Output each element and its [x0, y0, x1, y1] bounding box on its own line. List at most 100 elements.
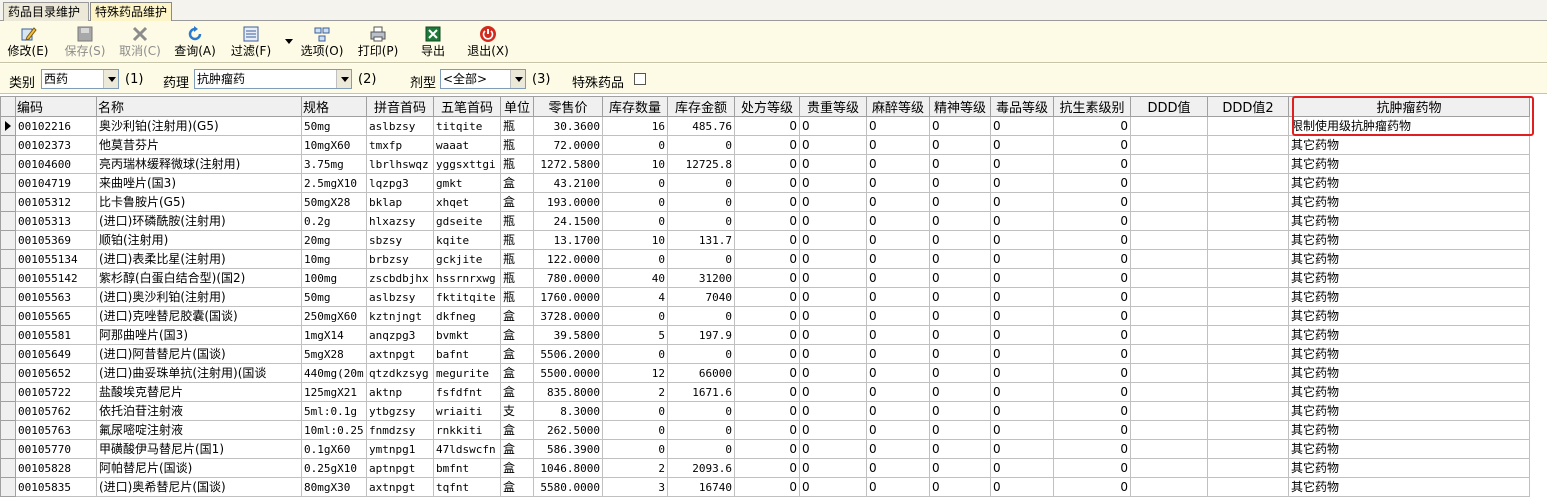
cell-stock-qty[interactable]: 4: [602, 287, 668, 307]
cell-ddd[interactable]: [1130, 325, 1208, 345]
cell-antitumor[interactable]: 其它药物: [1288, 382, 1530, 402]
cell-pinyin[interactable]: axtnpgt: [366, 344, 434, 364]
cell-pinyin[interactable]: lbrlhswqz: [366, 154, 434, 174]
cell-price[interactable]: 1760.0000: [533, 287, 603, 307]
cell-toxic-level[interactable]: 0: [990, 116, 1054, 136]
cell-name[interactable]: 甲磺酸伊马替尼片(国1): [96, 439, 302, 459]
cell-wubi[interactable]: gmkt: [433, 173, 501, 193]
cell-psychotropic-level[interactable]: 0: [929, 306, 991, 326]
cell-stock-qty[interactable]: 0: [602, 344, 668, 364]
cell-psychotropic-level[interactable]: 0: [929, 192, 991, 212]
cell-pinyin[interactable]: aslbzsy: [366, 116, 434, 136]
cell-name[interactable]: 他莫昔芬片: [96, 135, 302, 155]
cell-code[interactable]: 00105565: [15, 306, 97, 326]
cell-psychotropic-level[interactable]: 0: [929, 420, 991, 440]
cell-spec[interactable]: 5mgX28: [301, 344, 367, 364]
cell-name[interactable]: 氟尿嘧啶注射液: [96, 420, 302, 440]
cell-unit[interactable]: 瓶: [500, 116, 534, 136]
filter-dropdown-icon[interactable]: [285, 39, 293, 44]
cell-spec[interactable]: 250mgX60: [301, 306, 367, 326]
cell-stock-amount[interactable]: 0: [667, 173, 735, 193]
cell-unit[interactable]: 盒: [500, 325, 534, 345]
cell-unit[interactable]: 盒: [500, 439, 534, 459]
cell-name[interactable]: 比卡鲁胺片(G5): [96, 192, 302, 212]
column-header-toxic-level[interactable]: 毒品等级: [990, 96, 1054, 117]
cell-valuable-level[interactable]: 0: [799, 192, 867, 212]
cell-antitumor[interactable]: 其它药物: [1288, 420, 1530, 440]
cell-toxic-level[interactable]: 0: [990, 382, 1054, 402]
cell-stock-qty[interactable]: 0: [602, 192, 668, 212]
cell-rx-level[interactable]: 0: [734, 363, 800, 383]
cell-spec[interactable]: 2.5mgX10: [301, 173, 367, 193]
cell-name[interactable]: 阿那曲唑片(国3): [96, 325, 302, 345]
cell-anesthetic-level[interactable]: 0: [866, 249, 930, 269]
cell-ddd[interactable]: [1130, 420, 1208, 440]
category-select[interactable]: 西药: [41, 69, 119, 89]
cell-ddd2[interactable]: [1207, 477, 1289, 497]
cell-ddd[interactable]: [1130, 135, 1208, 155]
cell-pinyin[interactable]: fnmdzsy: [366, 420, 434, 440]
cell-antibiotic-level[interactable]: 0: [1053, 135, 1131, 155]
cell-wubi[interactable]: hssrnrxwg: [433, 268, 501, 288]
cell-pinyin[interactable]: aptnpgt: [366, 458, 434, 478]
cell-psychotropic-level[interactable]: 0: [929, 268, 991, 288]
cell-price[interactable]: 122.0000: [533, 249, 603, 269]
table-row[interactable]: 00105649 (进口)阿昔替尼片(国谈) 5mgX28 axtnpgt bafnt 盒…: [0, 344, 1530, 364]
column-header-stock-qty[interactable]: 库存数量: [602, 96, 668, 117]
cell-toxic-level[interactable]: 0: [990, 458, 1054, 478]
table-row[interactable]: 00104600 亮丙瑞林缓释微球(注射用) 3.75mg lbrlhswqz yggs…: [0, 154, 1530, 174]
cell-price[interactable]: 13.1700: [533, 230, 603, 250]
cell-rx-level[interactable]: 0: [734, 230, 800, 250]
cell-valuable-level[interactable]: 0: [799, 154, 867, 174]
cell-ddd[interactable]: [1130, 382, 1208, 402]
cell-spec[interactable]: 0.25gX10: [301, 458, 367, 478]
cell-psychotropic-level[interactable]: 0: [929, 173, 991, 193]
cell-stock-amount[interactable]: 2093.6: [667, 458, 735, 478]
cell-antibiotic-level[interactable]: 0: [1053, 173, 1131, 193]
cell-ddd2[interactable]: [1207, 458, 1289, 478]
cell-ddd[interactable]: [1130, 306, 1208, 326]
cell-stock-qty[interactable]: 10: [602, 230, 668, 250]
cell-wubi[interactable]: bafnt: [433, 344, 501, 364]
cell-rx-level[interactable]: 0: [734, 382, 800, 402]
cell-price[interactable]: 3728.0000: [533, 306, 603, 326]
cell-wubi[interactable]: fsfdfnt: [433, 382, 501, 402]
cell-stock-qty[interactable]: 2: [602, 458, 668, 478]
edit-button[interactable]: 修改(E): [6, 24, 50, 60]
filter-button[interactable]: 过滤(F): [229, 24, 273, 60]
cell-code[interactable]: 00104719: [15, 173, 97, 193]
cell-pinyin[interactable]: axtnpgt: [366, 477, 434, 497]
cell-name[interactable]: 来曲唑片(国3): [96, 173, 302, 193]
cell-antitumor[interactable]: 其它药物: [1288, 154, 1530, 174]
cell-stock-amount[interactable]: 0: [667, 135, 735, 155]
cell-anesthetic-level[interactable]: 0: [866, 154, 930, 174]
cell-anesthetic-level[interactable]: 0: [866, 363, 930, 383]
cell-stock-qty[interactable]: 3: [602, 477, 668, 497]
cell-ddd[interactable]: [1130, 116, 1208, 136]
column-header-wubi[interactable]: 五笔首码: [433, 96, 501, 117]
cell-psychotropic-level[interactable]: 0: [929, 363, 991, 383]
cell-psychotropic-level[interactable]: 0: [929, 211, 991, 231]
cell-stock-amount[interactable]: 0: [667, 401, 735, 421]
cell-wubi[interactable]: waaat: [433, 135, 501, 155]
cell-psychotropic-level[interactable]: 0: [929, 154, 991, 174]
cell-psychotropic-level[interactable]: 0: [929, 135, 991, 155]
cell-code[interactable]: 00102216: [15, 116, 97, 136]
cell-ddd2[interactable]: [1207, 135, 1289, 155]
cell-antitumor[interactable]: 其它药物: [1288, 344, 1530, 364]
cell-unit[interactable]: 盒: [500, 382, 534, 402]
cell-antibiotic-level[interactable]: 0: [1053, 306, 1131, 326]
cell-price[interactable]: 24.1500: [533, 211, 603, 231]
cell-spec[interactable]: 10mgX60: [301, 135, 367, 155]
cell-antibiotic-level[interactable]: 0: [1053, 116, 1131, 136]
cell-name[interactable]: (进口)奥沙利铂(注射用): [96, 287, 302, 307]
cell-valuable-level[interactable]: 0: [799, 230, 867, 250]
table-row[interactable]: 00102373 他莫昔芬片 10mgX60 tmxfp waaat 瓶 72.0000 0 0…: [0, 135, 1530, 155]
cell-valuable-level[interactable]: 0: [799, 135, 867, 155]
cell-stock-amount[interactable]: 31200: [667, 268, 735, 288]
column-header-pinyin[interactable]: 拼音首码: [366, 96, 434, 117]
cell-stock-qty[interactable]: 0: [602, 401, 668, 421]
table-row[interactable]: 00105652 (进口)曲妥珠单抗(注射用)(国谈 440mg(20m qtzdkz…: [0, 363, 1530, 383]
cell-ddd[interactable]: [1130, 192, 1208, 212]
cell-psychotropic-level[interactable]: 0: [929, 249, 991, 269]
